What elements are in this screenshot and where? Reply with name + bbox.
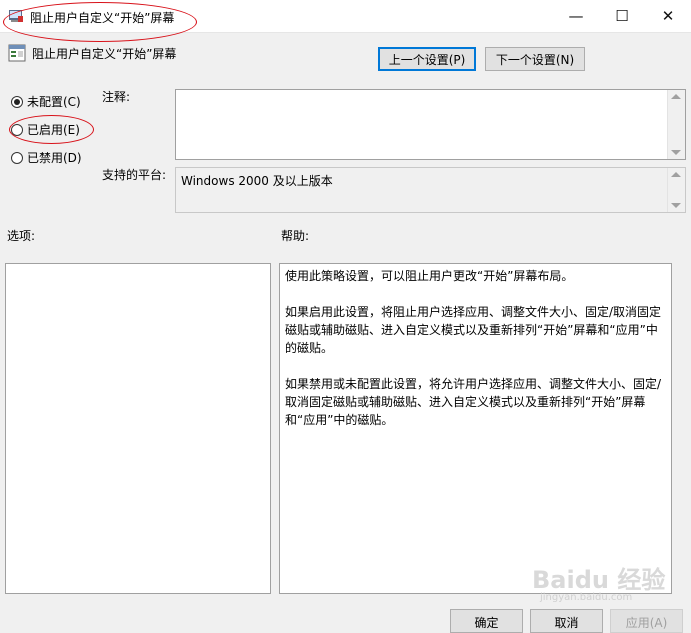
radio-indicator <box>11 123 23 136</box>
baidu-watermark-url: jingyan.baidu.com <box>540 592 633 603</box>
help-paragraph: 使用此策略设置，可以阻止用户更改“开始”屏幕布局。 <box>285 269 574 283</box>
options-label: 选项: <box>7 229 36 243</box>
next-setting-button[interactable]: 下一个设置(N) <box>485 47 585 71</box>
comment-label: 注释: <box>102 90 131 104</box>
help-label: 帮助: <box>281 229 310 243</box>
policy-setting-icon <box>8 44 26 62</box>
maximize-icon: ☐ <box>615 7 629 25</box>
close-icon: ✕ <box>661 7 675 25</box>
scroll-down-icon[interactable] <box>671 150 681 155</box>
apply-button[interactable]: 应用(A) <box>610 609 683 633</box>
comment-textarea[interactable] <box>175 89 686 160</box>
radio-disabled[interactable]: 已禁用(D) <box>11 149 82 166</box>
close-button[interactable]: ✕ <box>645 0 691 32</box>
radio-label: 已禁用(D) <box>27 151 82 165</box>
policy-editor-icon <box>9 10 23 22</box>
baidu-watermark: Baidu 经验 <box>532 566 666 594</box>
previous-setting-button[interactable]: 上一个设置(P) <box>378 47 476 71</box>
window-title: 阻止用户自定义“开始”屏幕 <box>30 11 175 25</box>
scroll-down-icon[interactable] <box>671 203 681 208</box>
maximize-button[interactable]: ☐ <box>599 0 645 32</box>
help-pane: 使用此策略设置，可以阻止用户更改“开始”屏幕布局。 如果启用此设置，将阻止用户选… <box>279 263 672 594</box>
options-pane <box>5 263 271 594</box>
platform-label: 支持的平台: <box>102 168 167 182</box>
help-paragraph: 如果禁用或未配置此设置，将允许用户选择应用、调整文件大小、固定/取消固定磁贴或辅… <box>285 377 662 427</box>
help-paragraph: 如果启用此设置，将阻止用户选择应用、调整文件大小、固定/取消固定磁贴或辅助磁贴、… <box>285 305 662 355</box>
platform-scrollbar[interactable] <box>667 168 685 212</box>
help-text: 使用此策略设置，可以阻止用户更改“开始”屏幕布局。 如果启用此设置，将阻止用户选… <box>285 267 665 447</box>
ok-button[interactable]: 确定 <box>450 609 523 633</box>
radio-indicator <box>11 151 23 164</box>
comment-scrollbar[interactable] <box>667 90 685 159</box>
platform-value: Windows 2000 及以上版本 <box>181 174 333 188</box>
title-bar: 阻止用户自定义“开始”屏幕 — ☐ ✕ <box>0 0 691 33</box>
minimize-icon: — <box>568 7 584 25</box>
platform-field: Windows 2000 及以上版本 <box>175 167 686 213</box>
radio-enabled[interactable]: 已启用(E) <box>11 121 80 138</box>
radio-label: 未配置(C) <box>27 95 81 109</box>
cancel-button[interactable]: 取消 <box>530 609 603 633</box>
radio-indicator <box>11 95 23 108</box>
radio-label: 已启用(E) <box>27 123 80 137</box>
scroll-up-icon[interactable] <box>671 94 681 99</box>
radio-not-configured[interactable]: 未配置(C) <box>11 93 81 110</box>
minimize-button[interactable]: — <box>553 0 599 32</box>
scroll-up-icon[interactable] <box>671 172 681 177</box>
policy-name: 阻止用户自定义“开始”屏幕 <box>32 47 177 61</box>
